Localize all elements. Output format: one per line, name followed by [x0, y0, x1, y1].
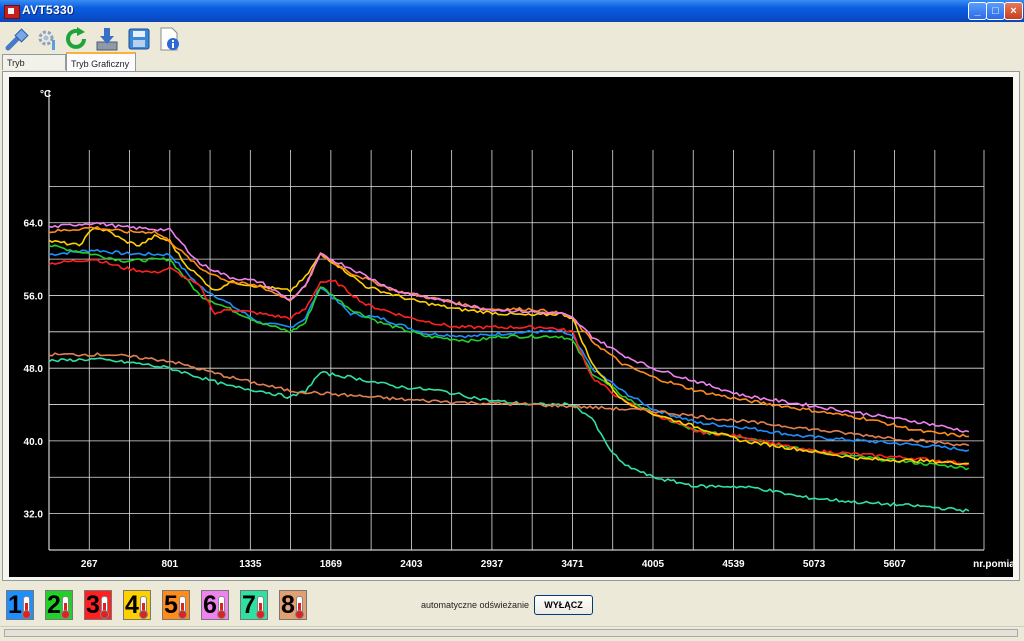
- channel-number: 3: [86, 591, 100, 619]
- channel-button-7[interactable]: 7: [240, 590, 268, 620]
- channel-number: 2: [47, 591, 61, 619]
- x-tick-label: 5073: [803, 559, 826, 570]
- channel-button-6[interactable]: 6: [201, 590, 229, 620]
- settings-button[interactable]: [32, 24, 62, 54]
- x-tick-label: 1335: [239, 559, 262, 570]
- channel-button-3[interactable]: 3: [84, 590, 112, 620]
- x-tick-label: 1869: [320, 559, 343, 570]
- save-icon: [128, 28, 150, 50]
- status-panel: [4, 629, 1018, 637]
- download-button[interactable]: [92, 24, 122, 54]
- tab-graphic-mode[interactable]: Tryb Graficzny: [66, 52, 136, 72]
- channel-number: 6: [203, 591, 217, 619]
- channel-number: 1: [8, 591, 22, 619]
- x-tick-label: 4539: [722, 559, 745, 570]
- status-bar: [0, 626, 1024, 641]
- app-icon: [4, 5, 20, 19]
- title-bar: AVT5330 _ □ ×: [0, 0, 1024, 22]
- series-line-8: [48, 352, 970, 447]
- y-axis-label: °C: [40, 89, 51, 100]
- channel-button-5[interactable]: 5: [162, 590, 190, 620]
- y-tick-label: 64.0: [24, 219, 44, 230]
- y-tick-label: 40.0: [24, 437, 44, 448]
- channel-button-2[interactable]: 2: [45, 590, 73, 620]
- x-tick-label: 4005: [642, 559, 665, 570]
- close-button[interactable]: ×: [1004, 2, 1023, 20]
- channel-number: 7: [242, 591, 256, 619]
- chart-area: 267 801 1335 1869 2403 2937 3471 4005 4539 5073 56…: [9, 77, 1024, 577]
- refresh-icon: [66, 27, 86, 49]
- info-icon: [160, 27, 179, 51]
- minimize-button[interactable]: _: [968, 2, 987, 20]
- auto-refresh-label: automatyczne odświeżanie: [421, 600, 530, 610]
- settings-icon: [38, 30, 55, 50]
- temperature-chart: 267 801 1335 1869 2403 2937 3471 4005 4539 5073 56…: [24, 89, 1024, 570]
- tab-bar: Tryb Tekstowy Tryb Graficzny: [0, 52, 1024, 84]
- series-line-7: [48, 357, 970, 513]
- y-tick-label: 56.0: [24, 291, 44, 302]
- connect-button[interactable]: [2, 24, 32, 54]
- x-tick-label: 801: [161, 559, 178, 570]
- y-tick-label: 32.0: [24, 510, 44, 521]
- thermometer-icon: [139, 596, 148, 619]
- thermometer-icon: [22, 596, 31, 619]
- thermometer-icon: [178, 596, 187, 619]
- channel-number: 5: [164, 591, 178, 619]
- channel-number: 4: [125, 591, 139, 619]
- maximize-button[interactable]: □: [986, 2, 1005, 20]
- thermometer-icon: [256, 596, 265, 619]
- series-line-4: [48, 227, 969, 466]
- toolbar: [0, 22, 1024, 56]
- x-tick-label: 5607: [883, 559, 906, 570]
- channel-button-8[interactable]: 8: [279, 590, 307, 620]
- bottom-bar: 12345678 automatyczne odświeżanie WYŁĄCZ: [0, 588, 1024, 624]
- connect-icon: [5, 28, 29, 51]
- channel-button-4[interactable]: 4: [123, 590, 151, 620]
- off-button[interactable]: WYŁĄCZ: [534, 595, 593, 615]
- channel-button-1[interactable]: 1: [6, 590, 34, 620]
- channel-number: 8: [281, 591, 295, 619]
- save-button[interactable]: [124, 24, 154, 54]
- y-tick-label: 48.0: [24, 364, 44, 375]
- x-tick-label: 267: [81, 559, 98, 570]
- tab-text-mode[interactable]: Tryb Tekstowy: [2, 54, 66, 84]
- x-tick-label: 2937: [481, 559, 504, 570]
- download-icon: [96, 28, 118, 51]
- thermometer-icon: [295, 596, 304, 619]
- thermometer-icon: [100, 596, 109, 619]
- series-line-3: [48, 258, 970, 466]
- window-title: AVT5330: [22, 3, 74, 17]
- info-button[interactable]: [154, 24, 184, 54]
- refresh-button[interactable]: [62, 24, 92, 54]
- thermometer-icon: [217, 596, 226, 619]
- thermometer-icon: [61, 596, 70, 619]
- x-axis-label: nr.pomiaru: [973, 559, 1013, 570]
- x-tick-label: 2403: [400, 559, 423, 570]
- x-tick-label: 3471: [561, 559, 584, 570]
